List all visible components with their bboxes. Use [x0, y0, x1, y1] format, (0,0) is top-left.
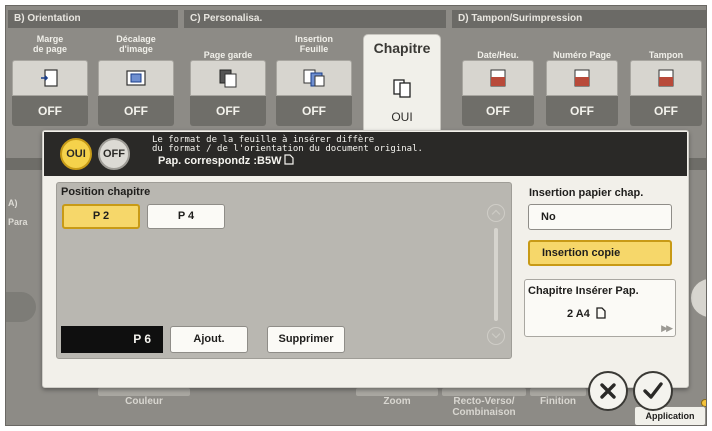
background-strip	[442, 388, 526, 396]
background-strip	[98, 388, 190, 396]
group-header-orientation: B) Orientation	[8, 10, 178, 28]
check-icon	[643, 382, 663, 399]
insert-sheet-icon	[276, 60, 352, 96]
chapter-position-panel: Position chapitre P 2 P 4 P 6 Ajout. Sup…	[56, 182, 512, 359]
background-right-handle	[690, 278, 706, 318]
function-value: OFF	[190, 96, 266, 126]
portrait-paper-icon	[596, 307, 606, 319]
function-label: Date/Heu.	[477, 50, 519, 60]
page-number-input[interactable]: P 6	[61, 326, 163, 353]
background-left-handle	[6, 292, 36, 322]
function-value: OFF	[12, 96, 88, 126]
function-value: OFF	[630, 96, 702, 126]
toggle-on-button[interactable]: OUI	[60, 138, 92, 170]
scroll-up-button[interactable]	[487, 204, 505, 222]
function-stamp[interactable]: Tampon OFF	[626, 30, 706, 130]
warning-message: Le format de la feuille à insérer diffèr…	[152, 136, 423, 167]
message-line-2: du format / de l'orientation du document…	[152, 144, 423, 154]
function-chapter[interactable]: Chapitre OUI	[363, 34, 441, 144]
background-button-zoom[interactable]: Zoom	[356, 396, 438, 407]
close-icon	[600, 383, 616, 399]
function-value: OFF	[462, 96, 534, 126]
background-label-para: Para	[8, 217, 28, 227]
delete-button[interactable]: Supprimer	[267, 326, 345, 353]
chapter-paper-title: Chapitre Insérer Pap.	[528, 285, 639, 297]
option-insert-copy-button[interactable]: Insertion copie	[528, 240, 672, 266]
page-margin-icon	[12, 60, 88, 96]
chapter-position-title: Position chapitre	[61, 186, 151, 198]
insertion-paper-title: Insertion papier chap.	[529, 187, 644, 199]
ok-button[interactable]	[633, 371, 673, 411]
background-strip	[356, 388, 438, 396]
image-shift-icon	[98, 60, 174, 96]
chapter-paper-value-text: 2 A4	[567, 308, 590, 320]
scrollbar[interactable]	[494, 228, 498, 321]
chapter-paper-button[interactable]: Chapitre Insérer Pap. 2 A4 ▶▶	[524, 279, 676, 337]
group-header-personalisation: C) Personalisa.	[184, 10, 446, 28]
function-label: Décalage d'image	[116, 34, 156, 54]
background-strip	[530, 388, 586, 396]
function-label: Insertion Feuille	[294, 34, 333, 54]
background-label-a: A)	[8, 198, 18, 208]
chapter-settings-dialog: OUI OFF Le format de la feuille à insére…	[42, 130, 689, 388]
chapter-page-chip[interactable]: P 2	[62, 204, 140, 229]
function-date-time[interactable]: Date/Heu. OFF	[458, 30, 538, 130]
page-number-icon	[546, 60, 618, 96]
function-insert-sheet[interactable]: Insertion Feuille OFF	[272, 30, 356, 130]
function-label: Tampon	[648, 50, 684, 60]
cancel-button[interactable]	[588, 371, 628, 411]
date-time-icon	[462, 60, 534, 96]
function-value: OFF	[546, 96, 618, 126]
double-chevron-icon: ▶▶	[661, 323, 673, 333]
cover-sheet-icon	[190, 60, 266, 96]
function-page-number[interactable]: Numéro Page OFF	[542, 30, 622, 130]
scroll-down-button[interactable]	[487, 327, 505, 345]
function-value: OFF	[98, 96, 174, 126]
function-page-margin[interactable]: Marge de page OFF	[8, 30, 92, 130]
chapter-paper-value: 2 A4	[567, 307, 606, 320]
chapter-page-chip[interactable]: P 4	[147, 204, 225, 229]
group-header-stamp: D) Tampon/Surimpression	[452, 10, 706, 28]
function-value: OFF	[276, 96, 352, 126]
chapter-icon	[367, 70, 437, 106]
function-image-shift[interactable]: Décalage d'image OFF	[94, 30, 178, 130]
toggle-off-button[interactable]: OFF	[98, 138, 130, 170]
function-label: Page garde	[203, 50, 253, 60]
message-line-3: Pap. correspondz :B5W	[158, 155, 282, 167]
function-value: OUI	[367, 102, 437, 132]
portrait-paper-icon	[284, 154, 295, 165]
add-button[interactable]: Ajout.	[170, 326, 248, 353]
copier-screen: B) Orientation C) Personalisa. D) Tampon…	[5, 5, 707, 426]
function-label: Numéro Page	[552, 50, 612, 60]
function-label: Chapitre	[373, 40, 431, 56]
background-button-color[interactable]: Couleur	[98, 396, 190, 407]
message-bar: OUI OFF Le format de la feuille à insére…	[44, 132, 687, 176]
background-button-finishing[interactable]: Finition	[530, 396, 586, 407]
background-button-duplex[interactable]: Recto-Verso/ Combinaison	[442, 396, 526, 418]
stamp-icon	[630, 60, 702, 96]
option-no-button[interactable]: No	[528, 204, 672, 230]
function-cover-sheet[interactable]: Page garde OFF	[186, 30, 270, 130]
function-label: Marge de page	[32, 34, 67, 54]
